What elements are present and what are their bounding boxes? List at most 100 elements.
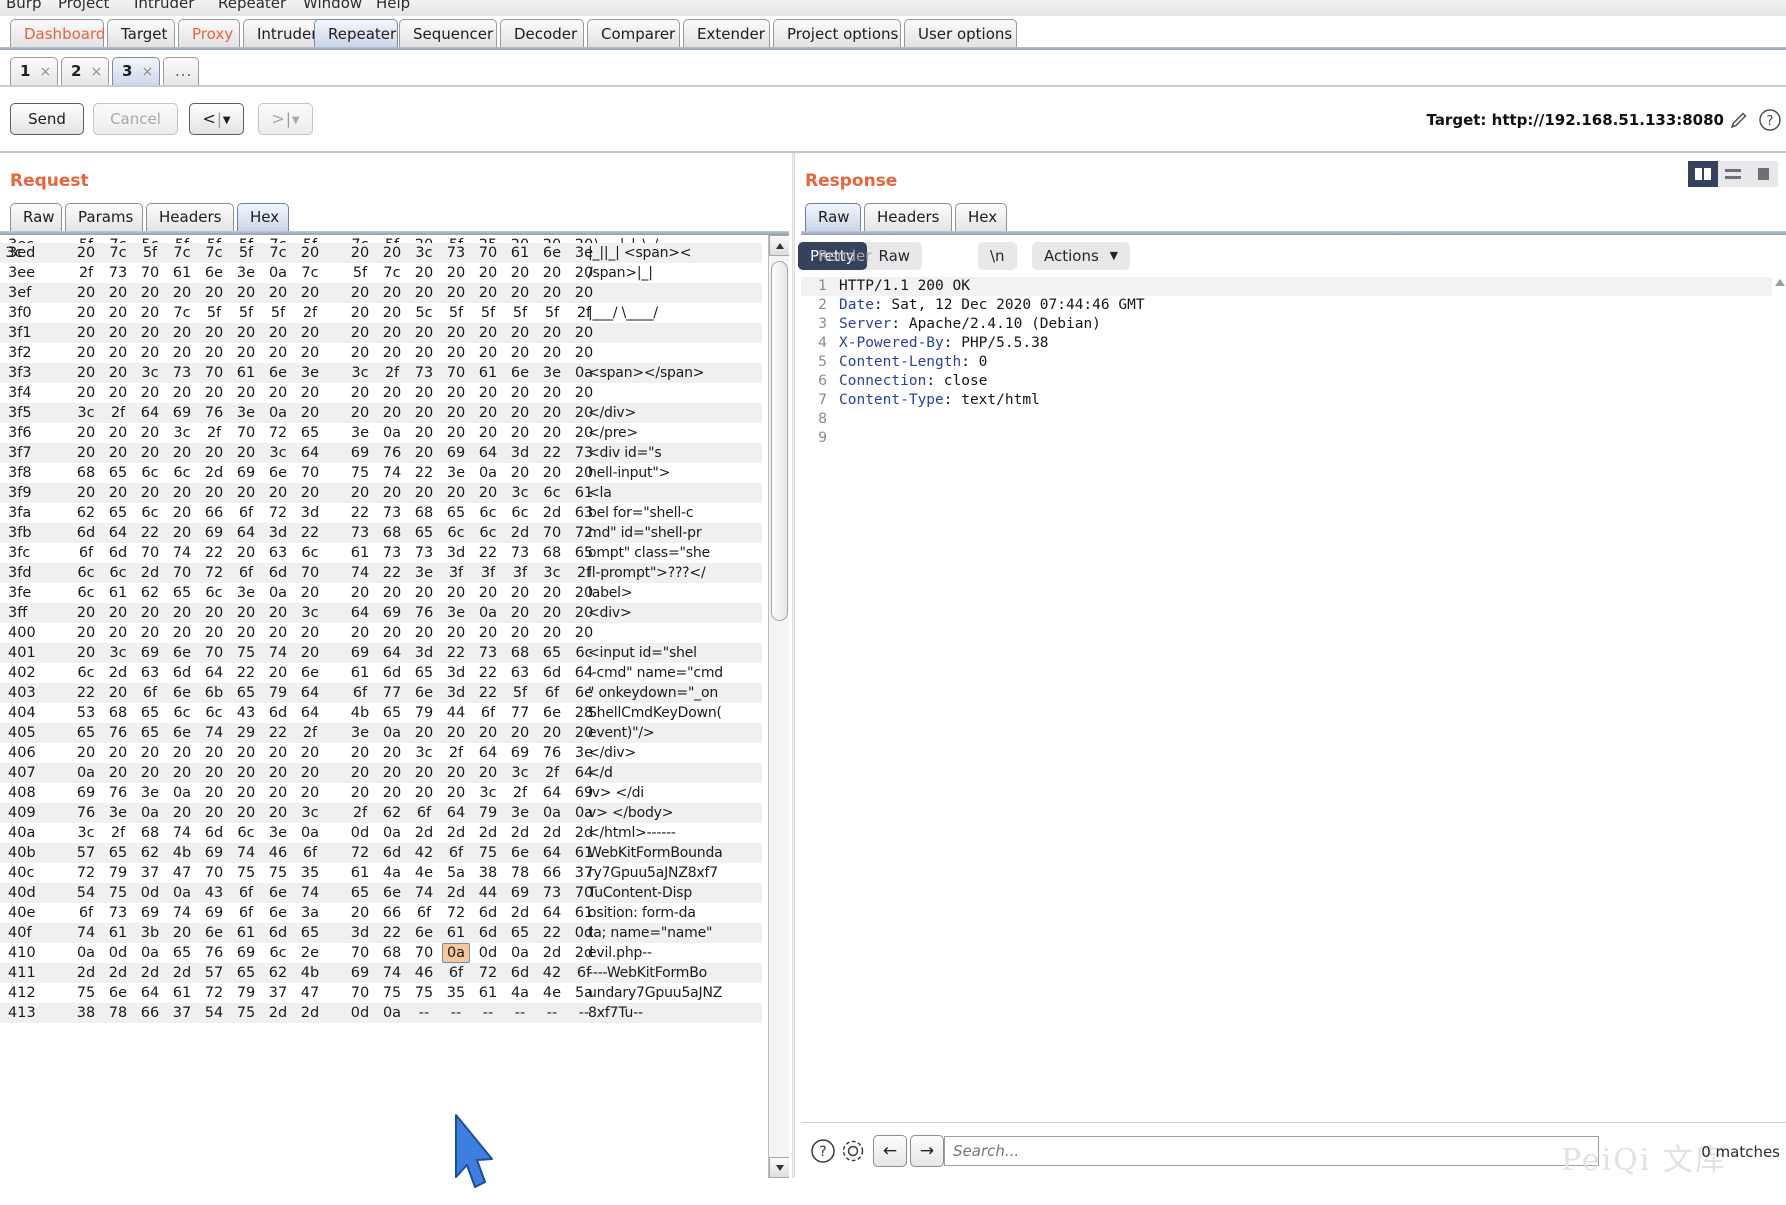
hex-byte[interactable]: 20: [296, 743, 324, 763]
hex-byte[interactable]: 2f: [378, 363, 406, 383]
hex-byte[interactable]: 73: [104, 903, 132, 923]
hex-byte[interactable]: 20: [442, 423, 470, 443]
hex-byte[interactable]: 20: [200, 383, 228, 403]
hex-byte[interactable]: 20: [296, 783, 324, 803]
search-prev-button[interactable]: ←: [873, 1135, 907, 1167]
hex-byte[interactable]: 2d: [442, 883, 470, 903]
hex-byte[interactable]: 64: [538, 843, 566, 863]
hex-byte[interactable]: 6c: [168, 463, 196, 483]
response-vertical-scrollbar[interactable]: [1772, 277, 1786, 1135]
hex-byte[interactable]: 4a: [378, 863, 406, 883]
hex-byte[interactable]: 20: [104, 743, 132, 763]
hex-byte[interactable]: 61: [346, 663, 374, 683]
hex-byte[interactable]: 20: [264, 483, 292, 503]
tab-dashboard[interactable]: Dashboard: [10, 19, 105, 47]
hex-byte[interactable]: 63: [506, 663, 534, 683]
hex-byte[interactable]: 2d: [136, 563, 164, 583]
hex-byte[interactable]: 72: [264, 503, 292, 523]
search-next-button[interactable]: →: [910, 1135, 944, 1167]
hex-byte[interactable]: 65: [104, 843, 132, 863]
hex-byte[interactable]: 64: [346, 603, 374, 623]
hex-byte[interactable]: 20: [538, 343, 566, 363]
hex-byte[interactable]: 22: [442, 643, 470, 663]
hex-byte[interactable]: 64: [538, 783, 566, 803]
hex-byte[interactable]: 65: [168, 943, 196, 963]
hex-byte[interactable]: 72: [264, 423, 292, 443]
hex-byte[interactable]: 20: [136, 603, 164, 623]
hex-byte[interactable]: 6e: [506, 843, 534, 863]
hex-byte[interactable]: 6c: [72, 663, 100, 683]
hex-byte[interactable]: 3e: [296, 363, 324, 383]
hex-byte[interactable]: 3c: [506, 483, 534, 503]
hex-byte[interactable]: 22: [136, 523, 164, 543]
hex-byte[interactable]: 65: [346, 883, 374, 903]
menu-item-project[interactable]: Project: [58, 0, 109, 12]
hex-byte[interactable]: 20: [410, 263, 438, 283]
hex-byte[interactable]: 20: [264, 803, 292, 823]
hex-byte[interactable]: 2f: [72, 263, 100, 283]
hex-byte[interactable]: 7c: [264, 243, 292, 263]
hex-byte[interactable]: 79: [104, 863, 132, 883]
hex-byte[interactable]: 65: [296, 923, 324, 943]
hex-byte[interactable]: 20: [232, 743, 260, 763]
hex-byte[interactable]: 0a: [296, 823, 324, 843]
hex-byte[interactable]: 77: [506, 703, 534, 723]
response-line[interactable]: 2 Date: Sat, 12 Dec 2020 07:44:46 GMT: [801, 296, 1786, 315]
hex-byte[interactable]: 22: [474, 663, 502, 683]
hex-row-ascii[interactable]: l-cmd" name="cmd: [588, 663, 723, 683]
hex-byte[interactable]: 79: [474, 803, 502, 823]
hex-row[interactable]: 40a 3c 2f 68 74 6d 6c 3e 0a 0d 0a 2d 2d 2d 2d 2d 2d </htm…: [0, 823, 762, 843]
hex-row[interactable]: 411 2d 2d 2d 2d 57 65 62 4b 69 74 46 6f 72 6d 42 6f ----W…: [0, 963, 762, 983]
hex-row[interactable]: 40e 6f 73 69 74 69 6f 6e 3a 20 66 6f 72 6d 2d 64 61 ositi…: [0, 903, 762, 923]
hex-byte[interactable]: 74: [72, 923, 100, 943]
hex-byte[interactable]: 65: [378, 703, 406, 723]
hex-byte[interactable]: 66: [378, 903, 406, 923]
hex-byte[interactable]: 69: [136, 643, 164, 663]
hex-row-ascii[interactable]: 8xf7Tu--: [588, 1003, 643, 1023]
hex-byte[interactable]: 7c: [104, 243, 132, 263]
hex-row[interactable]: 407 0a 20 20 20 20 20 20 20 20 20 20 20 20 3c 2f 64 </d: [0, 763, 762, 783]
hex-row[interactable]: 410 0a 0d 0a 65 76 69 6c 2e 70 68 70 0a 0d 0a 2d 2d evil.…: [0, 943, 762, 963]
hex-byte[interactable]: 0a: [168, 883, 196, 903]
hex-row-ascii[interactable]: TuContent-Disp: [588, 883, 692, 903]
hex-byte[interactable]: 68: [104, 703, 132, 723]
pane-splitter[interactable]: [789, 153, 801, 1178]
hex-byte[interactable]: 2f: [104, 823, 132, 843]
layout-side-by-side-button[interactable]: [1688, 161, 1718, 187]
hex-byte[interactable]: 3c: [296, 603, 324, 623]
hex-byte[interactable]: 22: [474, 543, 502, 563]
hex-byte[interactable]: 7c: [264, 235, 292, 243]
hex-byte[interactable]: 43: [200, 883, 228, 903]
request-tab-hex[interactable]: Hex: [237, 203, 289, 231]
hex-byte[interactable]: 6d: [104, 543, 132, 563]
response-view-raw[interactable]: Raw: [867, 242, 923, 270]
hex-byte[interactable]: 20: [378, 403, 406, 423]
response-newline-button[interactable]: \n: [978, 242, 1017, 270]
hex-byte[interactable]: 20: [136, 383, 164, 403]
hex-byte[interactable]: 20: [506, 623, 534, 643]
hex-row-ascii[interactable]: <span></span>: [588, 363, 705, 383]
hex-byte[interactable]: 61: [232, 923, 260, 943]
hex-byte[interactable]: 68: [72, 463, 100, 483]
hex-byte[interactable]: 3e: [346, 723, 374, 743]
hex-byte[interactable]: 74: [346, 563, 374, 583]
hex-byte[interactable]: 6c: [264, 943, 292, 963]
hex-byte[interactable]: 69: [200, 903, 228, 923]
hex-byte[interactable]: 20: [296, 763, 324, 783]
hex-byte[interactable]: 20: [232, 543, 260, 563]
hex-row-ascii[interactable]: ----WebKitFormBo: [588, 963, 707, 983]
hex-byte[interactable]: 74: [168, 823, 196, 843]
hex-row[interactable]: 3f7 20 20 20 20 20 20 3c 64 69 76 20 69 64 3d 22 73 <div…: [0, 443, 762, 463]
hex-byte[interactable]: 72: [200, 563, 228, 583]
hex-byte[interactable]: 20: [200, 483, 228, 503]
hex-byte[interactable]: 5f: [200, 235, 228, 243]
hex-byte[interactable]: 20: [474, 623, 502, 643]
repeater-tab-1[interactable]: 1 ×: [10, 57, 58, 85]
hex-byte[interactable]: 20: [168, 623, 196, 643]
hex-byte[interactable]: 5f: [442, 235, 470, 243]
hex-byte[interactable]: 64: [296, 683, 324, 703]
hex-byte[interactable]: 3c: [72, 823, 100, 843]
hex-byte[interactable]: 77: [378, 683, 406, 703]
hex-byte[interactable]: 0a: [136, 943, 164, 963]
hex-byte[interactable]: 6e: [410, 923, 438, 943]
